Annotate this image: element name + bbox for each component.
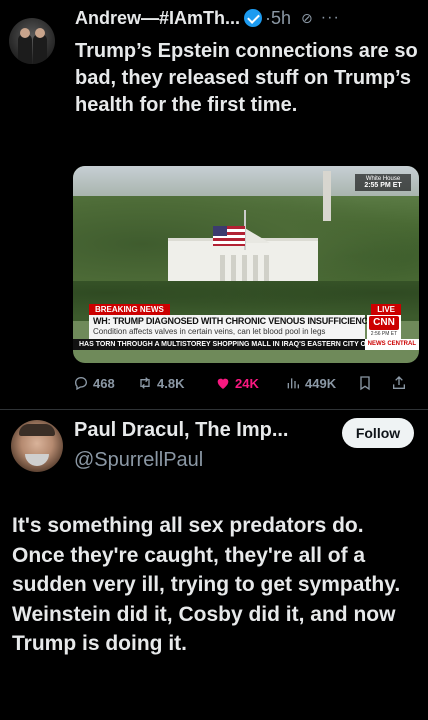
avatar-figure (18, 34, 32, 64)
live-label: LIVE (371, 304, 401, 315)
repost-button[interactable]: 4.8K (137, 375, 201, 391)
cnn-logo-icon: CNN (369, 316, 399, 330)
location-time-box: White House 2:55 PM ET (355, 174, 411, 191)
like-count: 24K (235, 375, 259, 391)
post-andrew[interactable]: Andrew—#IAmTh... ·5h ⊘ ··· Trump’s Epste… (0, 0, 428, 410)
post-actions: 468 4.8K 24K 449K (73, 373, 423, 393)
news-headline: WH: TRUMP DIAGNOSED WITH CHRONIC VENOUS … (93, 316, 374, 326)
news-lower-third: BREAKING NEWS LIVE WH: TRUMP DIAGNOSED W… (73, 304, 419, 363)
post-text: Trump’s Epstein connections are so bad, … (75, 40, 418, 116)
news-ticker: HAS TORN THROUGH A MULTISTOREY SHOPPING … (73, 339, 419, 350)
verified-badge-icon (244, 9, 263, 27)
news-subline: Condition affects valves in certain vein… (93, 327, 326, 336)
avatar-head (20, 28, 30, 38)
bookmark-button[interactable] (357, 375, 377, 391)
repost-count: 4.8K (157, 375, 185, 391)
monument (323, 171, 331, 221)
display-name[interactable]: Andrew—#IAmTh... (75, 8, 240, 29)
share-button[interactable] (391, 375, 411, 391)
avatar-beard (25, 454, 49, 466)
post-divider (0, 409, 428, 410)
more-options-icon[interactable]: ··· (321, 9, 340, 27)
follow-button[interactable]: Follow (342, 418, 414, 448)
clock-time: 2:55 PM ET (364, 182, 402, 189)
like-button[interactable]: 24K (215, 375, 271, 391)
avatar-figure (33, 34, 47, 64)
avatar[interactable] (11, 420, 63, 472)
headline-bar: WH: TRUMP DIAGNOSED WITH CHRONIC VENOUS … (89, 315, 374, 339)
avatar-head (35, 28, 45, 38)
us-flag-icon (213, 226, 245, 246)
reply-icon (74, 376, 88, 391)
post-media-image[interactable]: White House 2:55 PM ET BREAKING NEWS LIV… (73, 166, 419, 363)
ticker-tag: NEWS CENTRAL (364, 339, 419, 350)
avatar[interactable] (9, 18, 55, 64)
avatar-hair (19, 424, 55, 436)
views-icon (287, 378, 299, 389)
repost-icon (140, 377, 150, 389)
post-header: Andrew—#IAmTh... ·5h ⊘ ··· (75, 6, 420, 30)
reply-button[interactable]: 468 (73, 375, 123, 391)
heart-icon (217, 378, 229, 389)
breaking-news-label: BREAKING NEWS (89, 304, 170, 315)
user-handle[interactable]: @SpurrellPaul (74, 449, 203, 472)
timestamp[interactable]: ·5h (265, 8, 291, 29)
views-button[interactable]: 449K (285, 375, 355, 391)
display-name[interactable]: Paul Dracul, The Imp... (74, 419, 289, 442)
post-text: It's something all sex predators do. Onc… (12, 514, 401, 655)
ticker-text: HAS TORN THROUGH A MULTISTOREY SHOPPING … (79, 341, 383, 348)
views-count: 449K (305, 375, 337, 391)
share-icon (393, 376, 405, 389)
network-box: CNN 2:56 PM ET (367, 315, 401, 339)
bookmark-icon (360, 376, 370, 391)
network-time: 2:56 PM ET (370, 331, 398, 337)
reply-count: 468 (93, 375, 115, 391)
grok-icon[interactable]: ⊘ (301, 10, 313, 27)
